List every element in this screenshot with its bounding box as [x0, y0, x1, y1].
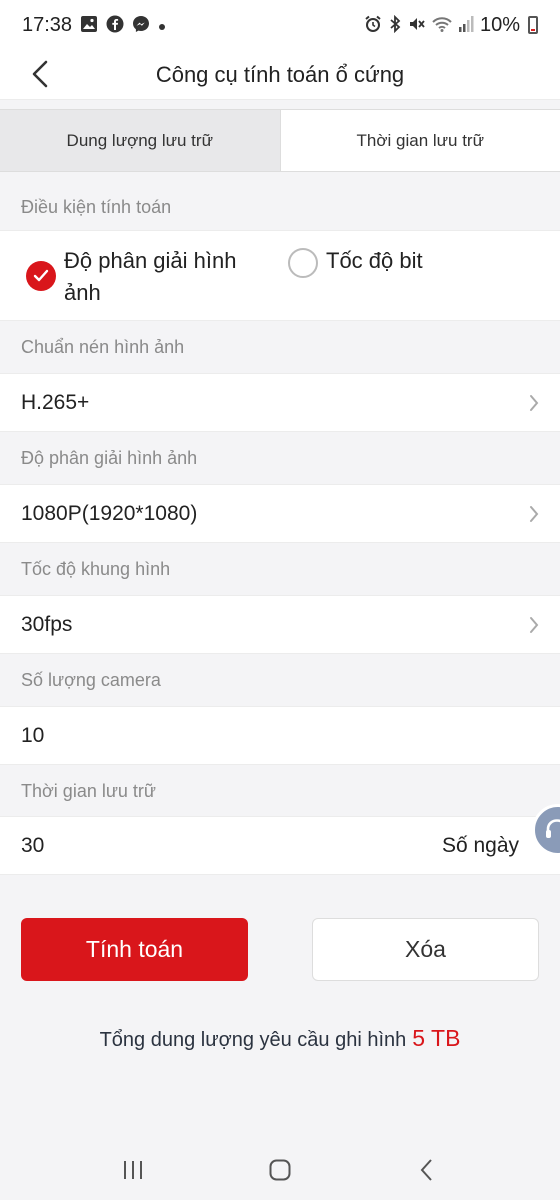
system-nav-bar	[0, 1140, 560, 1200]
back-arrow-icon	[420, 1159, 432, 1181]
battery-icon	[528, 16, 538, 34]
recent-apps-button[interactable]	[103, 1150, 163, 1190]
app-header: Công cụ tính toán ổ cứng	[0, 50, 560, 100]
chevron-left-icon	[32, 60, 48, 88]
status-right: 10%	[364, 14, 538, 37]
system-back-button[interactable]	[397, 1150, 457, 1190]
frame-rate-value: 30fps	[21, 612, 73, 636]
option-bitrate[interactable]: Tốc độ bit	[288, 245, 423, 278]
chevron-right-icon	[530, 394, 539, 411]
bluetooth-icon	[388, 14, 402, 36]
compression-value: H.265+	[21, 390, 90, 414]
home-icon	[269, 1159, 291, 1181]
camera-count-input[interactable]: 10	[0, 706, 560, 765]
status-left: 17:38	[22, 14, 166, 37]
result-value: 5 TB	[412, 1025, 461, 1051]
clear-button[interactable]: Xóa	[312, 918, 539, 981]
calc-condition-label: Điều kiện tính toán	[0, 181, 560, 233]
storage-time-unit: Số ngày	[441, 833, 519, 857]
battery-percent: 10%	[479, 13, 520, 36]
storage-time-input[interactable]: 30 Số ngày	[0, 816, 560, 875]
chevron-right-icon	[530, 616, 539, 633]
back-button[interactable]	[22, 54, 58, 94]
compression-label: Chuẩn nén hình ảnh	[0, 321, 560, 373]
signal-icon	[458, 15, 474, 36]
gallery-icon	[80, 15, 98, 36]
wifi-icon	[432, 15, 452, 36]
dot-icon	[158, 17, 166, 34]
calc-condition-options: Độ phân giải hình ảnh Tốc độ bit	[0, 230, 560, 321]
compression-select[interactable]: H.265+	[0, 373, 560, 432]
status-time: 17:38	[22, 13, 73, 36]
calculate-button[interactable]: Tính toán	[21, 918, 248, 981]
tab-storage-capacity[interactable]: Dung lượng lưu trữ	[0, 110, 281, 171]
radio-unchecked-icon[interactable]	[288, 248, 318, 278]
option-bitrate-label: Tốc độ bit	[326, 248, 423, 273]
page-title: Công cụ tính toán ổ cứng	[155, 61, 405, 87]
result-label: Tổng dung lượng yêu cầu ghi hình	[99, 1029, 407, 1051]
facebook-icon	[106, 15, 124, 36]
option-resolution-label: Độ phân giải hình ảnh	[64, 248, 237, 305]
camera-count-label: Số lượng camera	[0, 654, 560, 706]
resolution-value: 1080P(1920*1080)	[21, 501, 198, 525]
headset-icon	[546, 819, 560, 838]
result-summary: Tổng dung lượng yêu cầu ghi hình 5 TB	[0, 1025, 560, 1052]
chevron-right-icon	[530, 505, 539, 522]
radio-checked-icon[interactable]	[26, 261, 56, 291]
frame-rate-select[interactable]: 30fps	[0, 595, 560, 654]
storage-time-value: 30	[21, 833, 45, 857]
resolution-select[interactable]: 1080P(1920*1080)	[0, 484, 560, 543]
alarm-icon	[364, 15, 382, 36]
camera-count-value: 10	[21, 723, 45, 747]
tab-storage-time[interactable]: Thời gian lưu trữ	[280, 110, 560, 171]
resolution-label: Độ phân giải hình ảnh	[0, 432, 560, 484]
option-resolution[interactable]: Độ phân giải hình ảnh	[26, 245, 266, 309]
recent-apps-icon	[124, 1161, 143, 1179]
status-bar: 17:38 10%	[0, 0, 560, 50]
messenger-icon	[132, 15, 150, 36]
tab-bar: Dung lượng lưu trữ Thời gian lưu trữ	[0, 109, 560, 172]
storage-time-label: Thời gian lưu trữ	[0, 765, 560, 817]
frame-rate-label: Tốc độ khung hình	[0, 543, 560, 595]
home-button[interactable]	[250, 1150, 310, 1190]
mute-icon	[408, 15, 426, 36]
